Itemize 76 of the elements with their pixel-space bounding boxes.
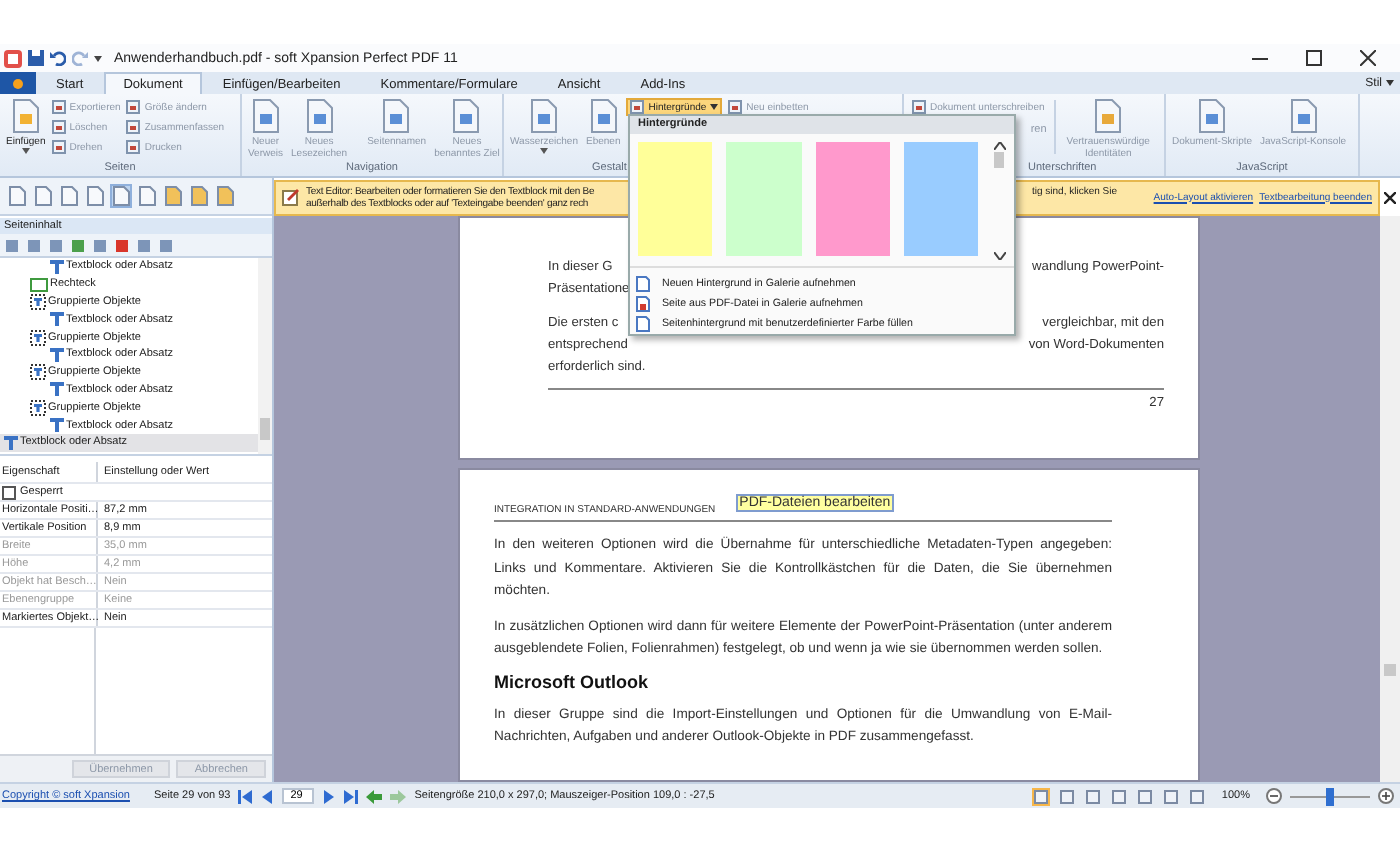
text-block-icon [50, 418, 64, 433]
group-icon [30, 399, 46, 416]
last-page-icon[interactable] [344, 789, 359, 803]
caret-icon[interactable] [94, 54, 102, 62]
page-view-icon[interactable] [84, 184, 106, 208]
document-icon [587, 98, 620, 134]
document-icon [9, 98, 42, 134]
document-icon [528, 98, 560, 134]
document-icon [1287, 98, 1320, 134]
document-icon [1092, 98, 1125, 134]
page-view-icon[interactable] [58, 184, 80, 208]
document-icon [126, 120, 141, 134]
background-swatch[interactable] [726, 141, 802, 256]
caret-icon [1386, 80, 1394, 86]
zoom-in-icon[interactable] [1378, 788, 1394, 804]
page-view-icon[interactable] [110, 184, 132, 208]
page-view-icon[interactable] [162, 184, 184, 208]
document-icon [450, 98, 483, 134]
document-icon [1196, 98, 1228, 134]
document-icon [380, 98, 413, 134]
redo-icon[interactable] [72, 50, 88, 66]
background-swatch[interactable] [815, 141, 890, 256]
scrollbar[interactable] [994, 151, 1005, 168]
page-view-icon[interactable] [214, 184, 236, 208]
text-block-icon [50, 347, 64, 362]
document-icon [126, 140, 141, 154]
group-icon [30, 329, 46, 346]
app-menu-button[interactable] [0, 72, 36, 94]
document-icon [636, 276, 650, 292]
scroll-up-icon[interactable] [993, 141, 1006, 150]
document-icon [51, 100, 66, 114]
group-icon [30, 364, 46, 381]
slider-thumb[interactable] [1326, 787, 1334, 805]
close-icon[interactable] [1384, 191, 1396, 203]
rectangle-icon [30, 277, 48, 292]
page-view-icon[interactable] [6, 184, 28, 208]
save-icon[interactable] [28, 50, 44, 66]
view-mode-icon[interactable] [1161, 787, 1180, 805]
document-icon [126, 100, 141, 114]
logo-icon [8, 77, 28, 89]
undo-icon[interactable] [50, 50, 66, 66]
view-mode-icon[interactable] [1031, 787, 1050, 805]
scroll-down-icon[interactable] [993, 252, 1006, 260]
page-view-icon[interactable] [32, 184, 54, 208]
document-icon [303, 98, 336, 134]
document-icon [51, 120, 66, 134]
zoom-out-icon[interactable] [1266, 788, 1282, 804]
previous-page-icon[interactable] [260, 789, 275, 803]
maximize-icon[interactable] [1306, 50, 1322, 66]
view-mode-icon[interactable] [1057, 787, 1076, 805]
page-view-icon[interactable] [188, 184, 210, 208]
view-mode-icon[interactable] [1109, 787, 1128, 805]
caret-icon [710, 104, 719, 110]
text-block-icon [50, 312, 64, 327]
group-icon [30, 293, 46, 310]
section-heading: Microsoft Outlook [494, 671, 650, 691]
document-icon [249, 98, 282, 134]
text-block-icon [50, 259, 64, 274]
text-block-icon [50, 382, 64, 397]
page-view-icon[interactable] [136, 184, 158, 208]
next-page-icon[interactable] [322, 789, 337, 803]
close-icon[interactable] [1360, 50, 1376, 66]
view-mode-icon[interactable] [1083, 787, 1102, 805]
first-page-icon[interactable] [238, 789, 253, 803]
view-mode-icon[interactable] [1187, 787, 1206, 805]
view-mode-icon[interactable] [1135, 787, 1154, 805]
document-icon [636, 296, 650, 312]
scrollbar[interactable] [258, 258, 272, 454]
back-arrow-icon[interactable] [366, 789, 383, 803]
background-swatch[interactable] [638, 141, 713, 256]
text-block-icon [4, 435, 18, 450]
edit-icon [282, 188, 300, 206]
document-icon [51, 140, 66, 154]
forward-arrow-icon[interactable] [390, 789, 407, 803]
scrollbar[interactable] [1380, 216, 1400, 782]
background-swatch[interactable] [903, 141, 979, 256]
